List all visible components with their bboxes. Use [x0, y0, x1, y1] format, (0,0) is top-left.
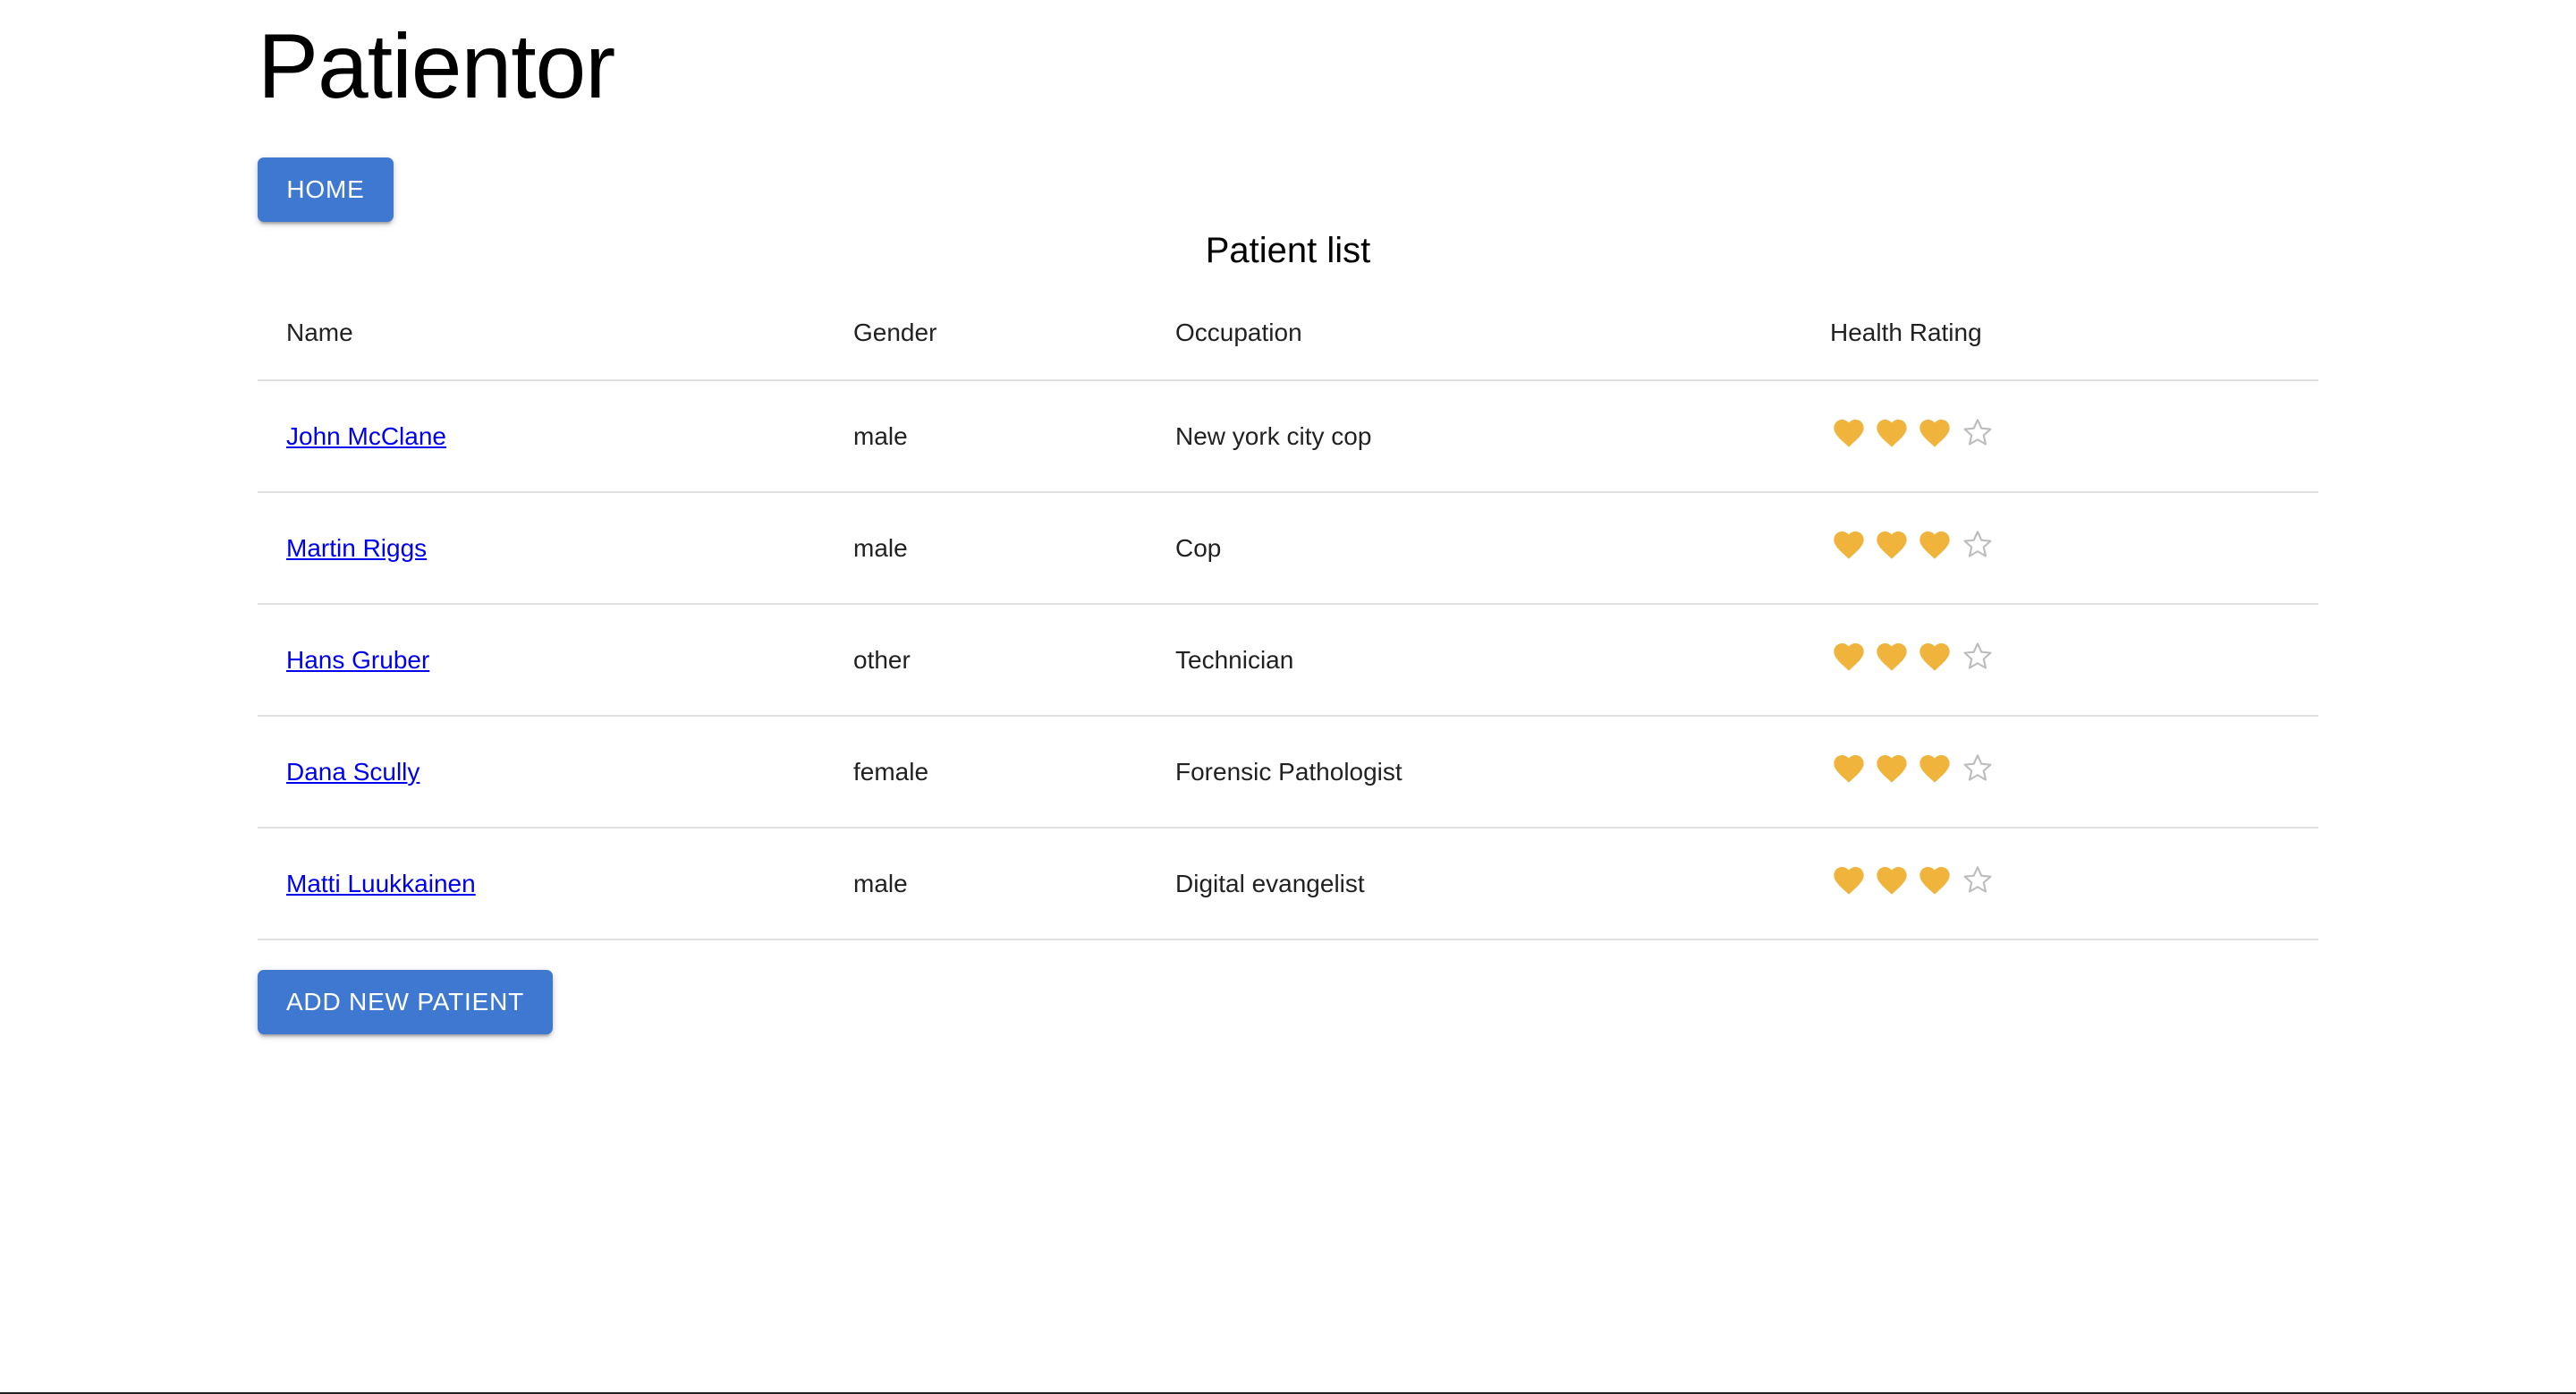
heart-icon	[1919, 642, 1950, 671]
patient-name-link[interactable]: Martin Riggs	[286, 534, 427, 562]
health-rating	[1830, 863, 1996, 898]
patient-name-link[interactable]: Dana Scully	[286, 758, 419, 786]
health-rating	[1830, 751, 1996, 786]
page: Patientor Home Patient list Name Gender …	[0, 0, 2576, 1394]
heart-icon	[1877, 642, 1907, 671]
health-rating	[1830, 639, 1996, 675]
column-header-gender: Gender	[825, 286, 1147, 381]
patient-name-cell: Hans Gruber	[258, 604, 825, 717]
patient-gender-cell: male	[825, 492, 1147, 605]
heart-icon	[1877, 866, 1907, 895]
heart-icon	[1919, 419, 1950, 447]
star-outline-icon	[1963, 642, 1992, 669]
home-button[interactable]: Home	[258, 157, 394, 222]
heart-icon	[1919, 754, 1950, 783]
patient-gender-cell: male	[825, 828, 1147, 940]
health-rating	[1830, 415, 1996, 451]
table-header-row: Name Gender Occupation Health Rating	[258, 286, 2318, 381]
patient-occupation-cell: Digital evangelist	[1147, 828, 1801, 940]
heart-icon	[1919, 531, 1950, 559]
patient-occupation-cell: Forensic Pathologist	[1147, 716, 1801, 829]
patient-gender-cell: female	[825, 716, 1147, 829]
heart-icon	[1834, 642, 1864, 671]
patient-rating-cell	[1801, 380, 2318, 493]
heart-icon	[1877, 754, 1907, 783]
patient-rating-cell	[1801, 492, 2318, 605]
patient-rating-cell	[1801, 716, 2318, 829]
patient-name-link[interactable]: Hans Gruber	[286, 646, 429, 674]
patient-gender-cell: male	[825, 380, 1147, 493]
star-outline-icon	[1963, 418, 1992, 446]
patient-name-cell: Martin Riggs	[258, 492, 825, 605]
patient-table: Name Gender Occupation Health Rating Joh…	[258, 286, 2318, 940]
patient-table-head: Name Gender Occupation Health Rating	[258, 286, 2318, 381]
patient-occupation-cell: Cop	[1147, 492, 1801, 605]
heart-icon	[1877, 531, 1907, 559]
table-row: Dana Scully female Forensic Pathologist	[258, 716, 2318, 829]
add-new-patient-button[interactable]: Add New Patient	[258, 970, 553, 1034]
table-row: John McClane male New york city cop	[258, 380, 2318, 493]
patient-occupation-cell: Technician	[1147, 604, 1801, 717]
heart-icon	[1834, 419, 1864, 447]
table-row: Martin Riggs male Cop	[258, 492, 2318, 605]
column-header-health-rating: Health Rating	[1801, 286, 2318, 381]
star-outline-icon	[1963, 530, 1992, 557]
heart-icon	[1834, 866, 1864, 895]
heart-icon	[1834, 754, 1864, 783]
patient-name-link[interactable]: John McClane	[286, 422, 446, 450]
star-outline-icon	[1963, 865, 1992, 893]
patient-name-cell: Dana Scully	[258, 716, 825, 829]
star-outline-icon	[1963, 753, 1992, 781]
heart-icon	[1834, 531, 1864, 559]
heart-icon	[1877, 419, 1907, 447]
patient-name-cell: John McClane	[258, 380, 825, 493]
patient-occupation-cell: New york city cop	[1147, 380, 1801, 493]
patient-list-title: Patient list	[1205, 231, 1371, 270]
patient-name-cell: Matti Luukkainen	[258, 828, 825, 940]
table-row: Hans Gruber other Technician	[258, 604, 2318, 717]
patient-gender-cell: other	[825, 604, 1147, 717]
heart-icon	[1919, 866, 1950, 895]
column-header-name: Name	[258, 286, 825, 381]
patient-rating-cell	[1801, 604, 2318, 717]
patient-table-body: John McClane male New york city cop Mart…	[258, 380, 2318, 940]
app-title: Patientor	[258, 15, 615, 117]
patient-rating-cell	[1801, 828, 2318, 940]
health-rating	[1830, 527, 1996, 563]
column-header-occupation: Occupation	[1147, 286, 1801, 381]
patient-name-link[interactable]: Matti Luukkainen	[286, 870, 476, 897]
table-row: Matti Luukkainen male Digital evangelist	[258, 828, 2318, 940]
